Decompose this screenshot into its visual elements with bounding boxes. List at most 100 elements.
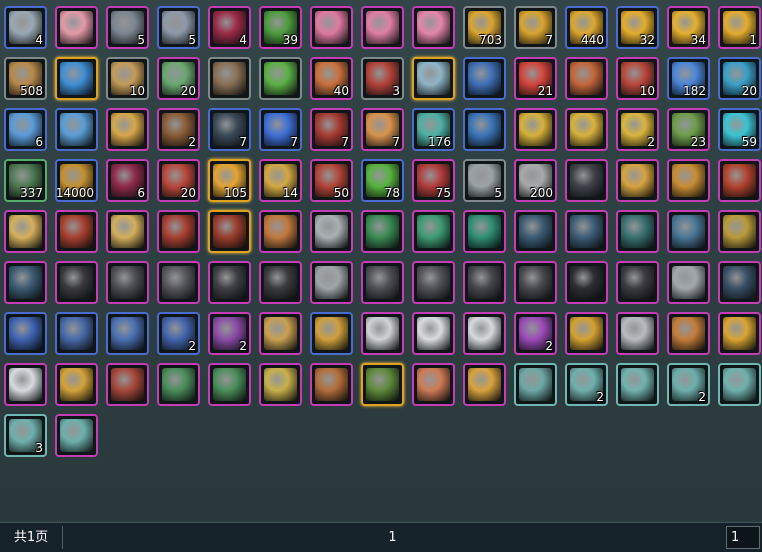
inventory-slot[interactable]	[463, 57, 506, 100]
inventory-slot[interactable]	[718, 210, 761, 253]
inventory-slot[interactable]	[259, 57, 302, 100]
inventory-slot[interactable]	[157, 261, 200, 304]
inventory-slot[interactable]: 2	[157, 312, 200, 355]
inventory-slot[interactable]	[412, 312, 455, 355]
inventory-slot[interactable]: 10	[106, 57, 149, 100]
inventory-slot[interactable]	[412, 6, 455, 49]
inventory-slot[interactable]	[55, 57, 98, 100]
inventory-slot[interactable]	[310, 261, 353, 304]
inventory-slot[interactable]: 2	[616, 108, 659, 151]
inventory-slot[interactable]	[616, 363, 659, 406]
inventory-slot[interactable]	[4, 363, 47, 406]
inventory-slot[interactable]	[412, 57, 455, 100]
inventory-slot[interactable]	[718, 261, 761, 304]
inventory-slot[interactable]	[106, 312, 149, 355]
inventory-slot[interactable]	[514, 261, 557, 304]
inventory-slot[interactable]	[259, 261, 302, 304]
inventory-slot[interactable]	[667, 312, 710, 355]
inventory-slot[interactable]: 21	[514, 57, 557, 100]
inventory-slot[interactable]	[55, 210, 98, 253]
inventory-slot[interactable]	[106, 108, 149, 151]
inventory-slot[interactable]: 78	[361, 159, 404, 202]
inventory-slot[interactable]	[361, 210, 404, 253]
inventory-slot[interactable]	[157, 363, 200, 406]
inventory-slot[interactable]: 7	[514, 6, 557, 49]
inventory-slot[interactable]	[412, 261, 455, 304]
inventory-slot[interactable]: 75	[412, 159, 455, 202]
inventory-slot[interactable]: 7	[259, 108, 302, 151]
inventory-slot[interactable]: 508	[4, 57, 47, 100]
inventory-slot[interactable]: 182	[667, 57, 710, 100]
inventory-slot[interactable]	[4, 312, 47, 355]
inventory-slot[interactable]: 4	[4, 6, 47, 49]
inventory-slot[interactable]	[565, 261, 608, 304]
inventory-slot[interactable]: 703	[463, 6, 506, 49]
inventory-slot[interactable]	[361, 363, 404, 406]
inventory-slot[interactable]	[361, 312, 404, 355]
inventory-slot[interactable]: 20	[157, 57, 200, 100]
inventory-slot[interactable]: 2	[667, 363, 710, 406]
inventory-slot[interactable]: 5	[463, 159, 506, 202]
inventory-slot[interactable]	[310, 312, 353, 355]
inventory-slot[interactable]: 2	[565, 363, 608, 406]
inventory-slot[interactable]	[667, 261, 710, 304]
inventory-slot[interactable]	[514, 108, 557, 151]
inventory-slot[interactable]: 4	[208, 6, 251, 49]
inventory-slot[interactable]: 32	[616, 6, 659, 49]
inventory-slot[interactable]: 34	[667, 6, 710, 49]
inventory-slot[interactable]	[565, 108, 608, 151]
inventory-slot[interactable]	[463, 108, 506, 151]
inventory-slot[interactable]: 6	[106, 159, 149, 202]
inventory-slot[interactable]	[514, 210, 557, 253]
inventory-slot[interactable]	[106, 261, 149, 304]
inventory-slot[interactable]: 105	[208, 159, 251, 202]
inventory-slot[interactable]	[412, 363, 455, 406]
inventory-slot[interactable]	[157, 210, 200, 253]
inventory-slot[interactable]: 1	[718, 6, 761, 49]
inventory-slot[interactable]: 23	[667, 108, 710, 151]
inventory-slot[interactable]	[463, 261, 506, 304]
inventory-slot[interactable]	[361, 261, 404, 304]
inventory-slot[interactable]: 2	[208, 312, 251, 355]
inventory-slot[interactable]	[667, 159, 710, 202]
inventory-slot[interactable]	[565, 159, 608, 202]
inventory-slot[interactable]	[4, 210, 47, 253]
inventory-slot[interactable]: 6	[4, 108, 47, 151]
inventory-slot[interactable]	[667, 210, 710, 253]
inventory-slot[interactable]	[55, 363, 98, 406]
inventory-slot[interactable]	[55, 414, 98, 457]
inventory-slot[interactable]: 2	[514, 312, 557, 355]
inventory-slot[interactable]: 10	[616, 57, 659, 100]
inventory-slot[interactable]: 59	[718, 108, 761, 151]
inventory-slot[interactable]: 440	[565, 6, 608, 49]
inventory-slot[interactable]	[208, 363, 251, 406]
inventory-slot[interactable]	[259, 210, 302, 253]
inventory-slot[interactable]	[463, 363, 506, 406]
inventory-slot[interactable]	[208, 261, 251, 304]
inventory-slot[interactable]: 7	[361, 108, 404, 151]
inventory-slot[interactable]	[412, 210, 455, 253]
inventory-slot[interactable]	[616, 261, 659, 304]
inventory-slot[interactable]	[55, 108, 98, 151]
inventory-slot[interactable]	[55, 6, 98, 49]
inventory-slot[interactable]	[718, 312, 761, 355]
inventory-slot[interactable]	[463, 312, 506, 355]
inventory-slot[interactable]: 7	[208, 108, 251, 151]
inventory-slot[interactable]	[616, 210, 659, 253]
inventory-slot[interactable]	[55, 261, 98, 304]
inventory-slot[interactable]	[208, 210, 251, 253]
page-jump-input[interactable]	[726, 526, 760, 549]
inventory-slot[interactable]: 5	[157, 6, 200, 49]
inventory-slot[interactable]	[361, 6, 404, 49]
inventory-slot[interactable]	[259, 312, 302, 355]
inventory-slot[interactable]: 5	[106, 6, 149, 49]
inventory-slot[interactable]	[259, 363, 302, 406]
inventory-slot[interactable]: 20	[157, 159, 200, 202]
inventory-slot[interactable]	[4, 261, 47, 304]
inventory-slot[interactable]: 3	[361, 57, 404, 100]
inventory-slot[interactable]: 337	[4, 159, 47, 202]
inventory-slot[interactable]	[310, 210, 353, 253]
inventory-slot[interactable]	[208, 57, 251, 100]
inventory-slot[interactable]	[616, 312, 659, 355]
inventory-slot[interactable]	[310, 6, 353, 49]
